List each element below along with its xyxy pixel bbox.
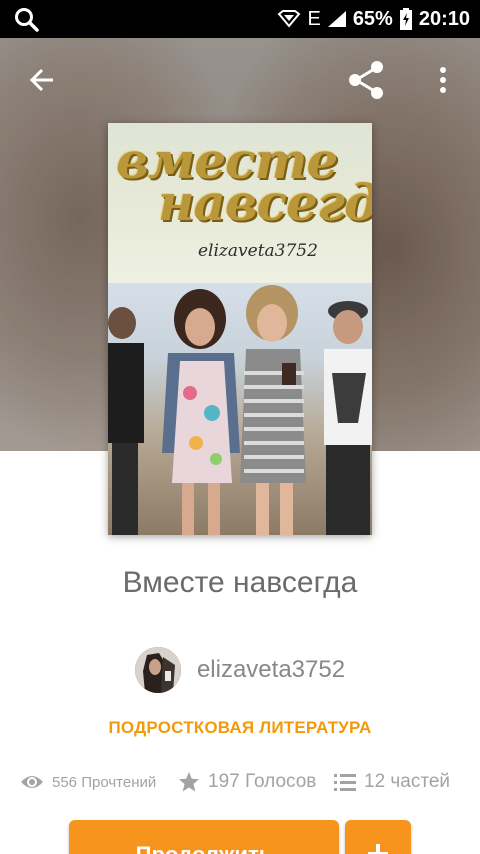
search-icon [15, 8, 39, 32]
reads-stat: 556 Прочтений [20, 764, 156, 800]
category-link[interactable]: ПОДРОСТКОВАЯ ЛИТЕРАТУРА [0, 718, 480, 738]
add-to-library-button[interactable] [345, 820, 411, 854]
story-title: Вместе навсегда [122, 566, 358, 599]
votes-count: 197 Голосов [208, 771, 317, 792]
status-bar: E 65% 20:10 [0, 0, 480, 38]
cover-photo [108, 283, 372, 535]
share-button[interactable] [344, 58, 388, 102]
author-avatar[interactable] [134, 647, 181, 693]
cover-title-line2: навсегда [158, 173, 372, 232]
cover-author: elizaveta3752 [198, 241, 318, 261]
avatar-image [134, 647, 181, 693]
cover-people-illustration [108, 285, 372, 535]
author-name[interactable]: elizaveta3752 [197, 656, 345, 684]
star-icon [179, 772, 199, 792]
share-icon [349, 61, 383, 99]
battery-percent: 65% [352, 7, 393, 30]
eye-icon [21, 776, 43, 788]
network-type: E [307, 7, 321, 30]
author-row[interactable]: elizaveta3752 [0, 646, 480, 694]
more-options-button[interactable] [428, 60, 458, 100]
book-cover[interactable]: вместе навсегда elizaveta3752 [108, 123, 372, 535]
back-button[interactable] [22, 60, 62, 100]
signal-diamond-icon [278, 10, 301, 28]
signal-bars-icon [327, 11, 346, 27]
status-right: E 65% 20:10 [277, 0, 470, 38]
continue-reading-button[interactable]: Продолжить [69, 820, 339, 854]
back-arrow-icon [29, 68, 53, 92]
more-vertical-icon [440, 67, 446, 93]
battery-charging-icon [399, 8, 412, 30]
story-stats: 556 Прочтений 197 Голосов 12 частей [0, 764, 480, 800]
reads-count: 556 Прочтений [52, 773, 157, 791]
story-details-screen: E 65% 20:10 вместе навсег elizaveta3752 … [0, 0, 480, 854]
votes-stat: 197 Голосов [178, 764, 316, 800]
parts-stat: 12 частей [334, 764, 450, 800]
clock: 20:10 [418, 7, 470, 30]
list-icon [334, 774, 356, 791]
parts-count: 12 частей [364, 771, 451, 792]
continue-label: Продолжить [136, 842, 273, 854]
